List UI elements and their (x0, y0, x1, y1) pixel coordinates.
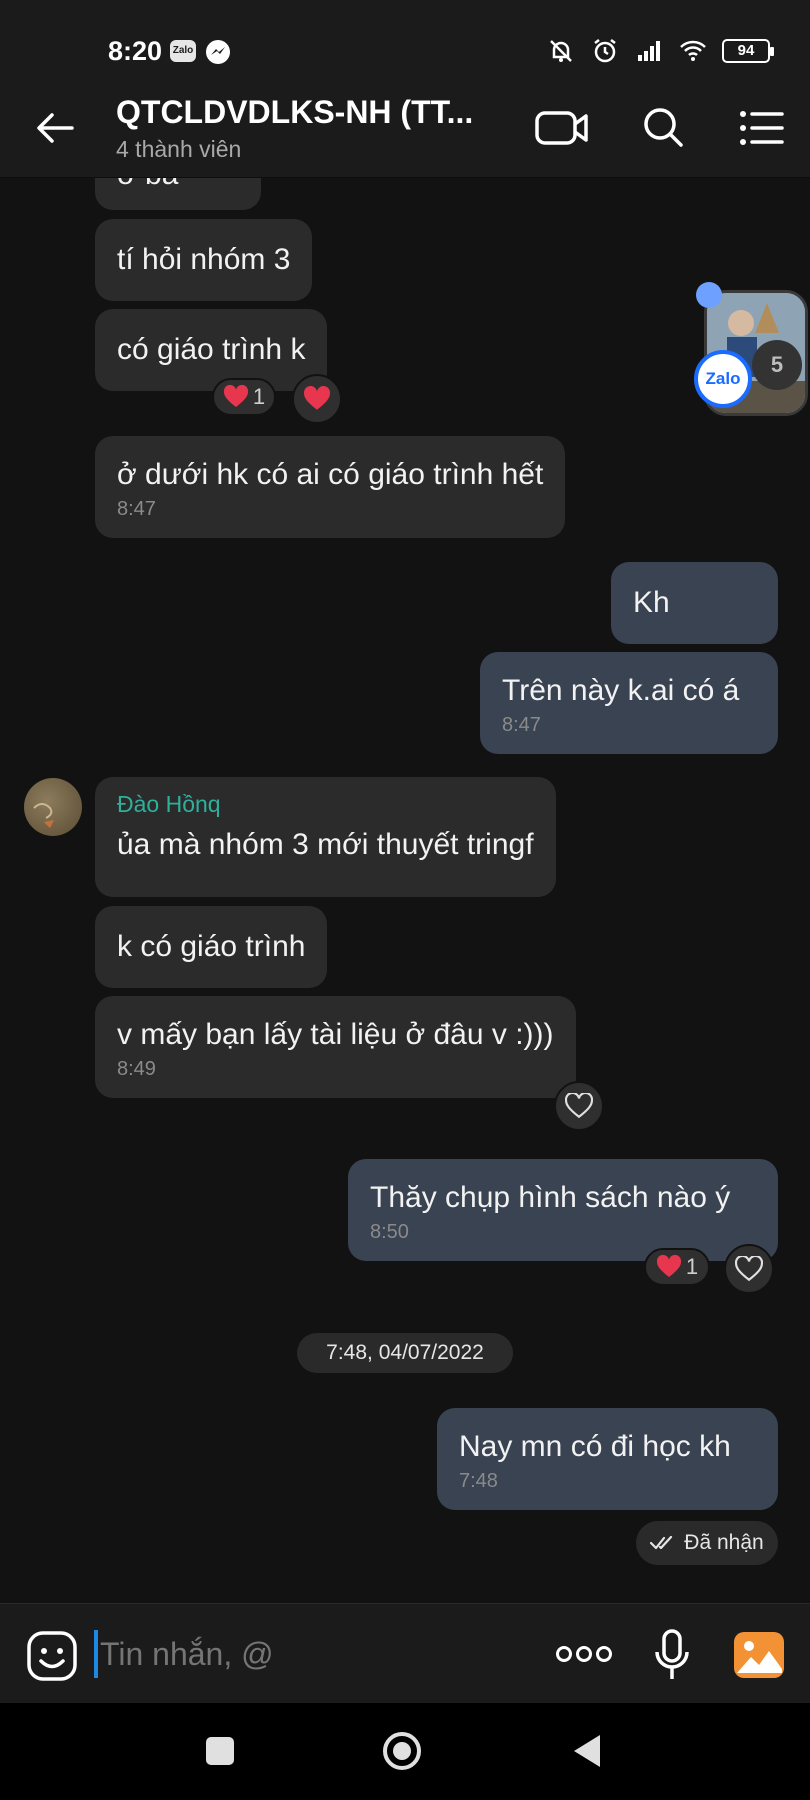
message-text: có giáo trình k (117, 333, 306, 366)
online-dot (696, 282, 722, 308)
reaction-count-chip[interactable]: 1 (212, 378, 276, 416)
microphone-icon[interactable] (652, 1628, 692, 1682)
message-text: Trên này k.ai có á (502, 674, 740, 707)
zalo-notification-icon: Zalo (170, 40, 196, 62)
message-bubble-incoming[interactable]: ở dưới hk có ai có giáo trình hết 8:47 (95, 436, 566, 538)
sender-name[interactable]: Đào Hồnq (117, 791, 534, 818)
system-nav-bar (0, 1703, 810, 1800)
chat-head-count: 5 (752, 340, 802, 390)
message-bubble-incoming[interactable]: tí hỏi nhóm 3 (95, 219, 313, 301)
messenger-notification-icon (206, 40, 230, 64)
message-text: k có giáo trình (117, 930, 306, 963)
status-bar: 8:20 Zalo 94 (0, 0, 810, 78)
reaction-count-chip[interactable]: 1 (644, 1248, 710, 1286)
react-button[interactable] (554, 1081, 604, 1131)
message-bubble-incoming[interactable]: k có giáo trình (95, 906, 328, 988)
status-time: 8:20 (108, 36, 163, 66)
heart-outline-icon (735, 1256, 763, 1282)
message-bubble-incoming[interactable]: có giáo trình k (95, 309, 328, 391)
alarm-icon (594, 39, 616, 63)
heart-icon (223, 385, 248, 407)
react-button[interactable] (292, 374, 342, 424)
recent-apps-icon[interactable] (200, 1731, 240, 1771)
status-icons: 94 (546, 36, 774, 66)
message-text: tí hỏi nhóm 3 (117, 243, 291, 276)
zalo-badge: Zalo (694, 350, 752, 408)
chat-header: QTCLDVDLKS-NH (TT... 4 thành viên (0, 78, 810, 178)
message-text: Nay mn có đi học kh (459, 1430, 731, 1463)
message-bubble-outgoing[interactable]: Kh (611, 562, 778, 644)
double-check-icon (650, 1535, 673, 1550)
heart-icon (656, 1255, 681, 1277)
avatar-image (33, 803, 54, 828)
video-call-icon[interactable] (534, 102, 590, 154)
message-text: Kh (633, 586, 670, 619)
menu-list-icon[interactable] (734, 102, 790, 154)
message-time: 8:49 (117, 1058, 156, 1080)
message-text: v mấy bạn lấy tài liệu ở đâu v :))) (117, 1018, 554, 1051)
group-title[interactable]: QTCLDVDLKS-NH (TT... (116, 94, 473, 131)
delivery-status-text: Đã nhận (684, 1531, 764, 1554)
back-arrow-icon[interactable] (32, 106, 80, 150)
delivery-status: Đã nhận (636, 1521, 778, 1565)
home-icon[interactable] (382, 1731, 422, 1771)
battery-icon: 94 (722, 39, 774, 63)
composer-bar (0, 1603, 810, 1703)
text-cursor (94, 1630, 98, 1678)
date-divider: 7:48, 04/07/2022 (297, 1333, 513, 1373)
message-text: ở dưới hk có ai có giáo trình hết (117, 458, 544, 491)
message-bubble-outgoing[interactable]: Nay mn có đi học kh 7:48 (437, 1408, 778, 1510)
message-text: ủa mà nhóm 3 mới thuyết tringf (117, 828, 534, 861)
heart-outline-icon (565, 1093, 593, 1119)
member-count[interactable]: 4 thành viên (116, 136, 241, 163)
emoji-icon[interactable] (26, 1630, 78, 1682)
more-icon[interactable] (554, 1634, 614, 1674)
search-icon[interactable] (636, 102, 692, 154)
signal-icon (638, 41, 660, 61)
heart-icon (304, 386, 330, 410)
message-input[interactable] (100, 1632, 420, 1676)
message-time: 8:50 (370, 1221, 409, 1243)
mute-bell-icon (550, 40, 572, 62)
reaction-count: 1 (252, 384, 266, 409)
reaction-count: 1 (685, 1254, 699, 1279)
wifi-icon (680, 40, 706, 61)
react-button[interactable] (724, 1244, 774, 1294)
gallery-icon[interactable] (733, 1631, 785, 1679)
message-bubble-incoming[interactable]: Đào Hồnq ủa mà nhóm 3 mới thuyết tringf (95, 777, 556, 897)
message-bubble-outgoing[interactable]: Trên này k.ai có á 8:47 (480, 652, 778, 754)
message-time: 8:47 (117, 498, 156, 520)
back-nav-icon[interactable] (568, 1731, 608, 1771)
message-bubble-outgoing[interactable]: Thăy chụp hình sách nào ý 8:50 (348, 1159, 778, 1261)
message-time: 7:48 (459, 1470, 498, 1492)
message-bubble-incoming[interactable]: v mấy bạn lấy tài liệu ở đâu v :))) 8:49 (95, 996, 576, 1098)
avatar[interactable] (24, 778, 82, 836)
message-text: Thăy chụp hình sách nào ý (370, 1181, 731, 1214)
message-time: 8:47 (502, 714, 541, 736)
